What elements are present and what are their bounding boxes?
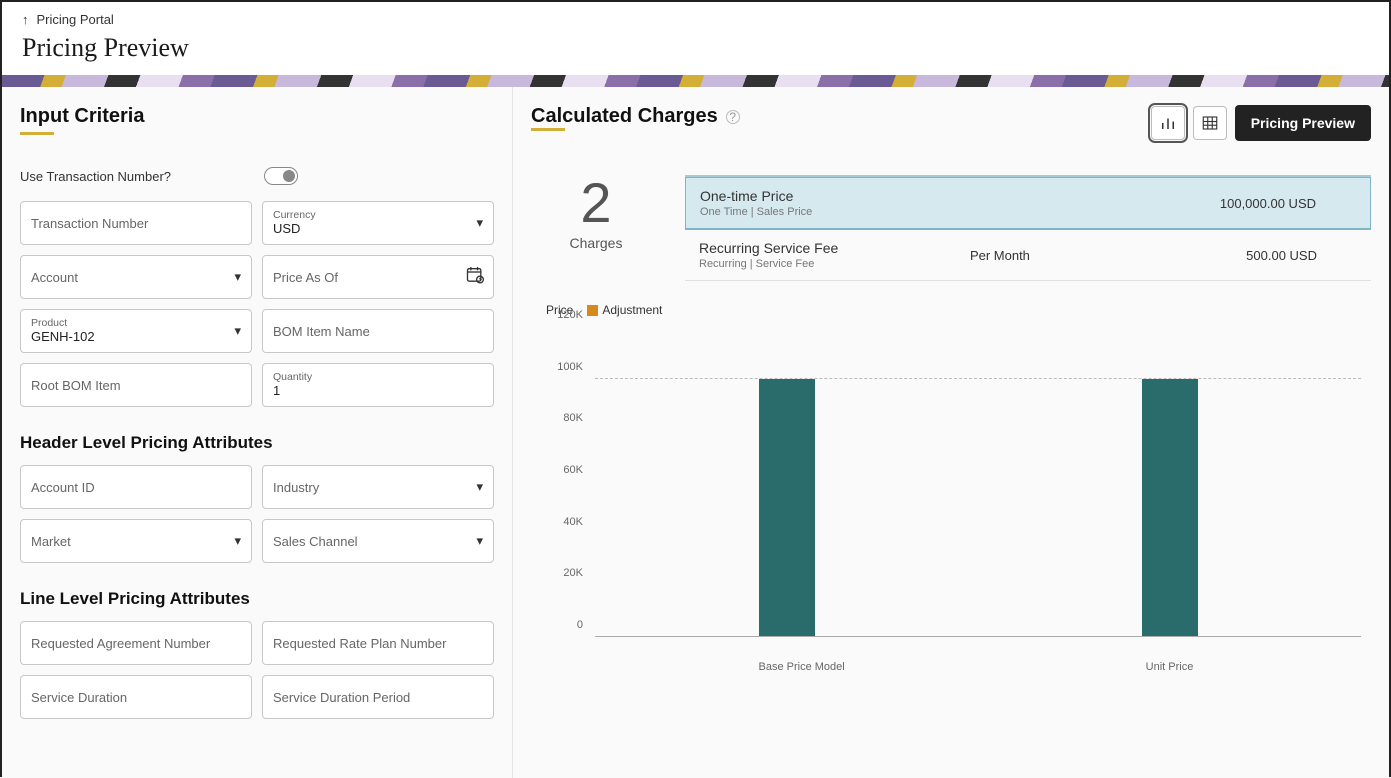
arrow-up-icon: ↑ <box>22 12 29 27</box>
table-view-button[interactable] <box>1193 106 1227 140</box>
y-tick-label: 100K <box>557 361 583 373</box>
bar-chart-icon <box>1159 114 1177 132</box>
chart-bar <box>759 379 815 637</box>
y-tick-label: 20K <box>563 567 583 579</box>
charges-count-label: Charges <box>531 235 661 251</box>
industry-field[interactable]: Industry▾ <box>262 465 494 509</box>
transaction-number-field[interactable]: Transaction Number <box>20 201 252 245</box>
charges-count: 2 Charges <box>531 175 661 251</box>
header-level-attrs-title: Header Level Pricing Attributes <box>20 433 494 453</box>
chart-bar <box>1142 379 1198 637</box>
chevron-down-icon: ▾ <box>234 323 241 339</box>
chart-view-button[interactable] <box>1151 106 1185 140</box>
charges-table: One-time Price One Time | Sales Price 10… <box>685 175 1371 281</box>
x-tick-label: Base Price Model <box>759 661 815 673</box>
y-tick-label: 120K <box>557 309 583 321</box>
line-level-attrs-title: Line Level Pricing Attributes <box>20 589 494 609</box>
input-criteria-title: Input Criteria <box>20 105 494 128</box>
root-bom-item-field[interactable]: Root BOM Item <box>20 363 252 407</box>
calendar-icon <box>465 265 485 290</box>
requested-rate-plan-field[interactable]: Requested Rate Plan Number <box>262 621 494 665</box>
x-tick-label: Unit Price <box>1142 661 1198 673</box>
market-field[interactable]: Market▾ <box>20 519 252 563</box>
breadcrumb-parent: Pricing Portal <box>37 12 114 27</box>
y-tick-label: 80K <box>563 412 583 424</box>
chevron-down-icon: ▾ <box>234 533 241 549</box>
title-underline <box>531 128 565 131</box>
bar-chart: 020K40K60K80K100K120K Base Price ModelUn… <box>539 327 1371 667</box>
chevron-down-icon: ▾ <box>476 215 483 231</box>
bom-item-name-field[interactable]: BOM Item Name <box>262 309 494 353</box>
page-title: Pricing Preview <box>22 33 1369 63</box>
charge-row[interactable]: One-time Price One Time | Sales Price 10… <box>685 177 1371 230</box>
help-icon[interactable]: ? <box>726 110 740 124</box>
breadcrumb[interactable]: ↑ Pricing Portal <box>22 12 1369 27</box>
charge-row[interactable]: Recurring Service Fee Recurring | Servic… <box>685 230 1371 281</box>
chevron-down-icon: ▾ <box>234 269 241 285</box>
pricing-preview-button[interactable]: Pricing Preview <box>1235 105 1371 141</box>
calculated-charges-panel: Calculated Charges ? Pricing Preview 2 C… <box>512 87 1389 778</box>
product-field[interactable]: Product GENH-102 ▾ <box>20 309 252 353</box>
chevron-down-icon: ▾ <box>476 533 483 549</box>
title-underline <box>20 132 54 135</box>
y-tick-label: 0 <box>577 619 583 631</box>
account-field[interactable]: Account▾ <box>20 255 252 299</box>
chevron-down-icon: ▾ <box>476 479 483 495</box>
use-transaction-label: Use Transaction Number? <box>20 169 264 184</box>
sales-channel-field[interactable]: Sales Channel▾ <box>262 519 494 563</box>
input-criteria-panel: Input Criteria Use Transaction Number? T… <box>2 87 512 778</box>
legend-swatch-price <box>531 305 542 316</box>
service-duration-period-field[interactable]: Service Duration Period <box>262 675 494 719</box>
account-id-field[interactable]: Account ID <box>20 465 252 509</box>
table-icon <box>1201 114 1219 132</box>
decorative-ribbon <box>2 75 1389 87</box>
calculated-charges-title: Calculated Charges <box>531 105 718 128</box>
y-tick-label: 40K <box>563 516 583 528</box>
y-tick-label: 60K <box>563 464 583 476</box>
requested-agreement-field[interactable]: Requested Agreement Number <box>20 621 252 665</box>
use-transaction-toggle[interactable] <box>264 167 298 185</box>
service-duration-field[interactable]: Service Duration <box>20 675 252 719</box>
legend-swatch-adjustment <box>587 305 598 316</box>
charges-count-number: 2 <box>531 175 661 231</box>
page-header: ↑ Pricing Portal Pricing Preview <box>2 2 1389 75</box>
reference-line <box>595 378 1361 379</box>
price-as-of-field[interactable]: Price As Of <box>262 255 494 299</box>
quantity-field[interactable]: Quantity 1 <box>262 363 494 407</box>
chart-legend: Price Adjustment <box>531 303 1371 317</box>
currency-field[interactable]: Currency USD ▾ <box>262 201 494 245</box>
